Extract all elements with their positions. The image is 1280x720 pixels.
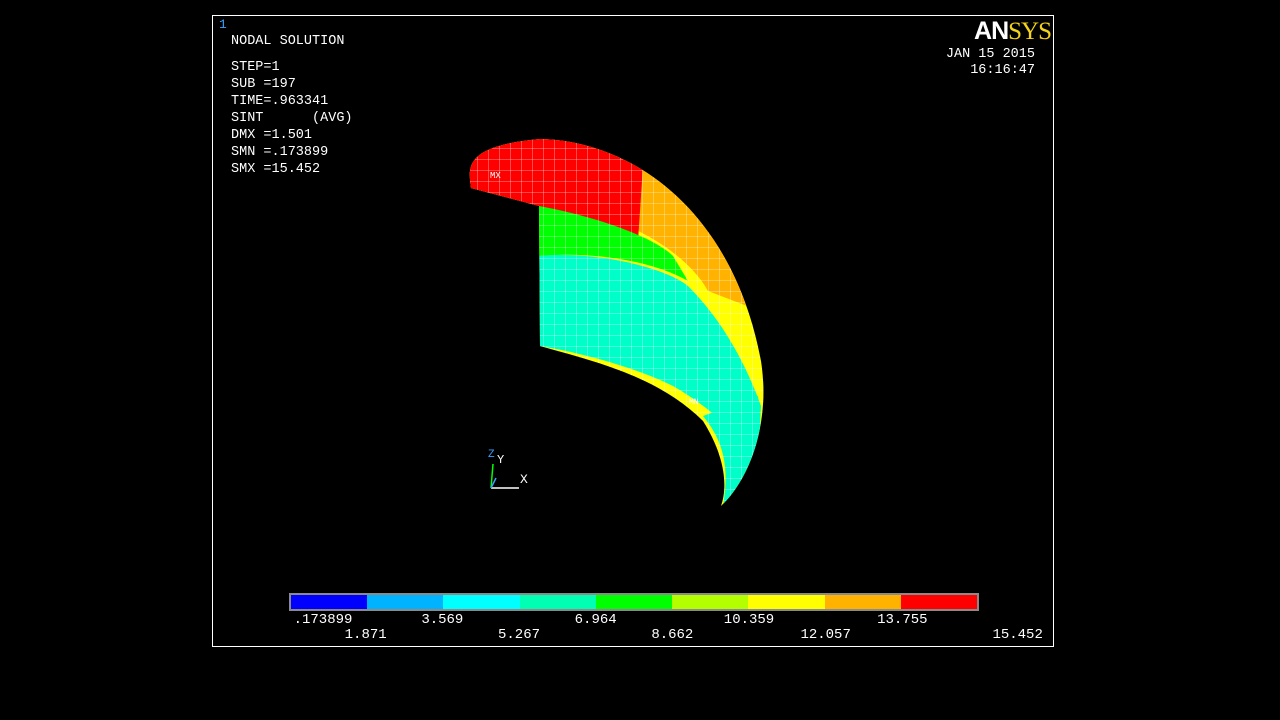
legend-swatch-6 [672,595,749,609]
contour-legend-bar [289,593,979,611]
legend-label-top: 3.569 [421,612,464,628]
legend-swatch-9 [900,595,977,609]
legend-label-top: 13.755 [877,612,928,628]
legend-label-bottom: 8.662 [651,627,694,643]
legend-swatch-4 [519,595,596,609]
legend-swatch-2 [367,595,444,609]
legend-label-bottom: 1.871 [344,627,387,643]
legend-label-bottom: 5.267 [497,627,541,643]
legend-swatch-5 [595,595,673,609]
legend-swatch-1 [291,595,368,609]
legend-label-bottom: 12.057 [800,627,851,643]
legend-swatch-3 [443,595,520,609]
graphics-viewport[interactable]: 1 NODAL SOLUTION STEP=1 SUB =197 TIME=.9… [212,15,1054,647]
legend-label-bottom: 15.452 [992,627,1043,643]
shell-surface [469,139,764,506]
axis-triad: Z Y X [488,449,528,489]
legend-label-top: .173899 [293,612,353,628]
model-plot[interactable]: MX MN Z Y X [213,16,1053,646]
triad-z: Z [488,449,495,461]
legend-label-top: 10.359 [723,612,775,628]
legend-swatch-7 [748,595,825,609]
triad-x: X [520,472,528,487]
legend-swatch-8 [824,595,901,609]
triad-y: Y [497,453,504,467]
mx-label: MX [490,171,501,181]
legend-label-top: 6.964 [574,612,617,628]
mn-label: MN [689,398,699,407]
